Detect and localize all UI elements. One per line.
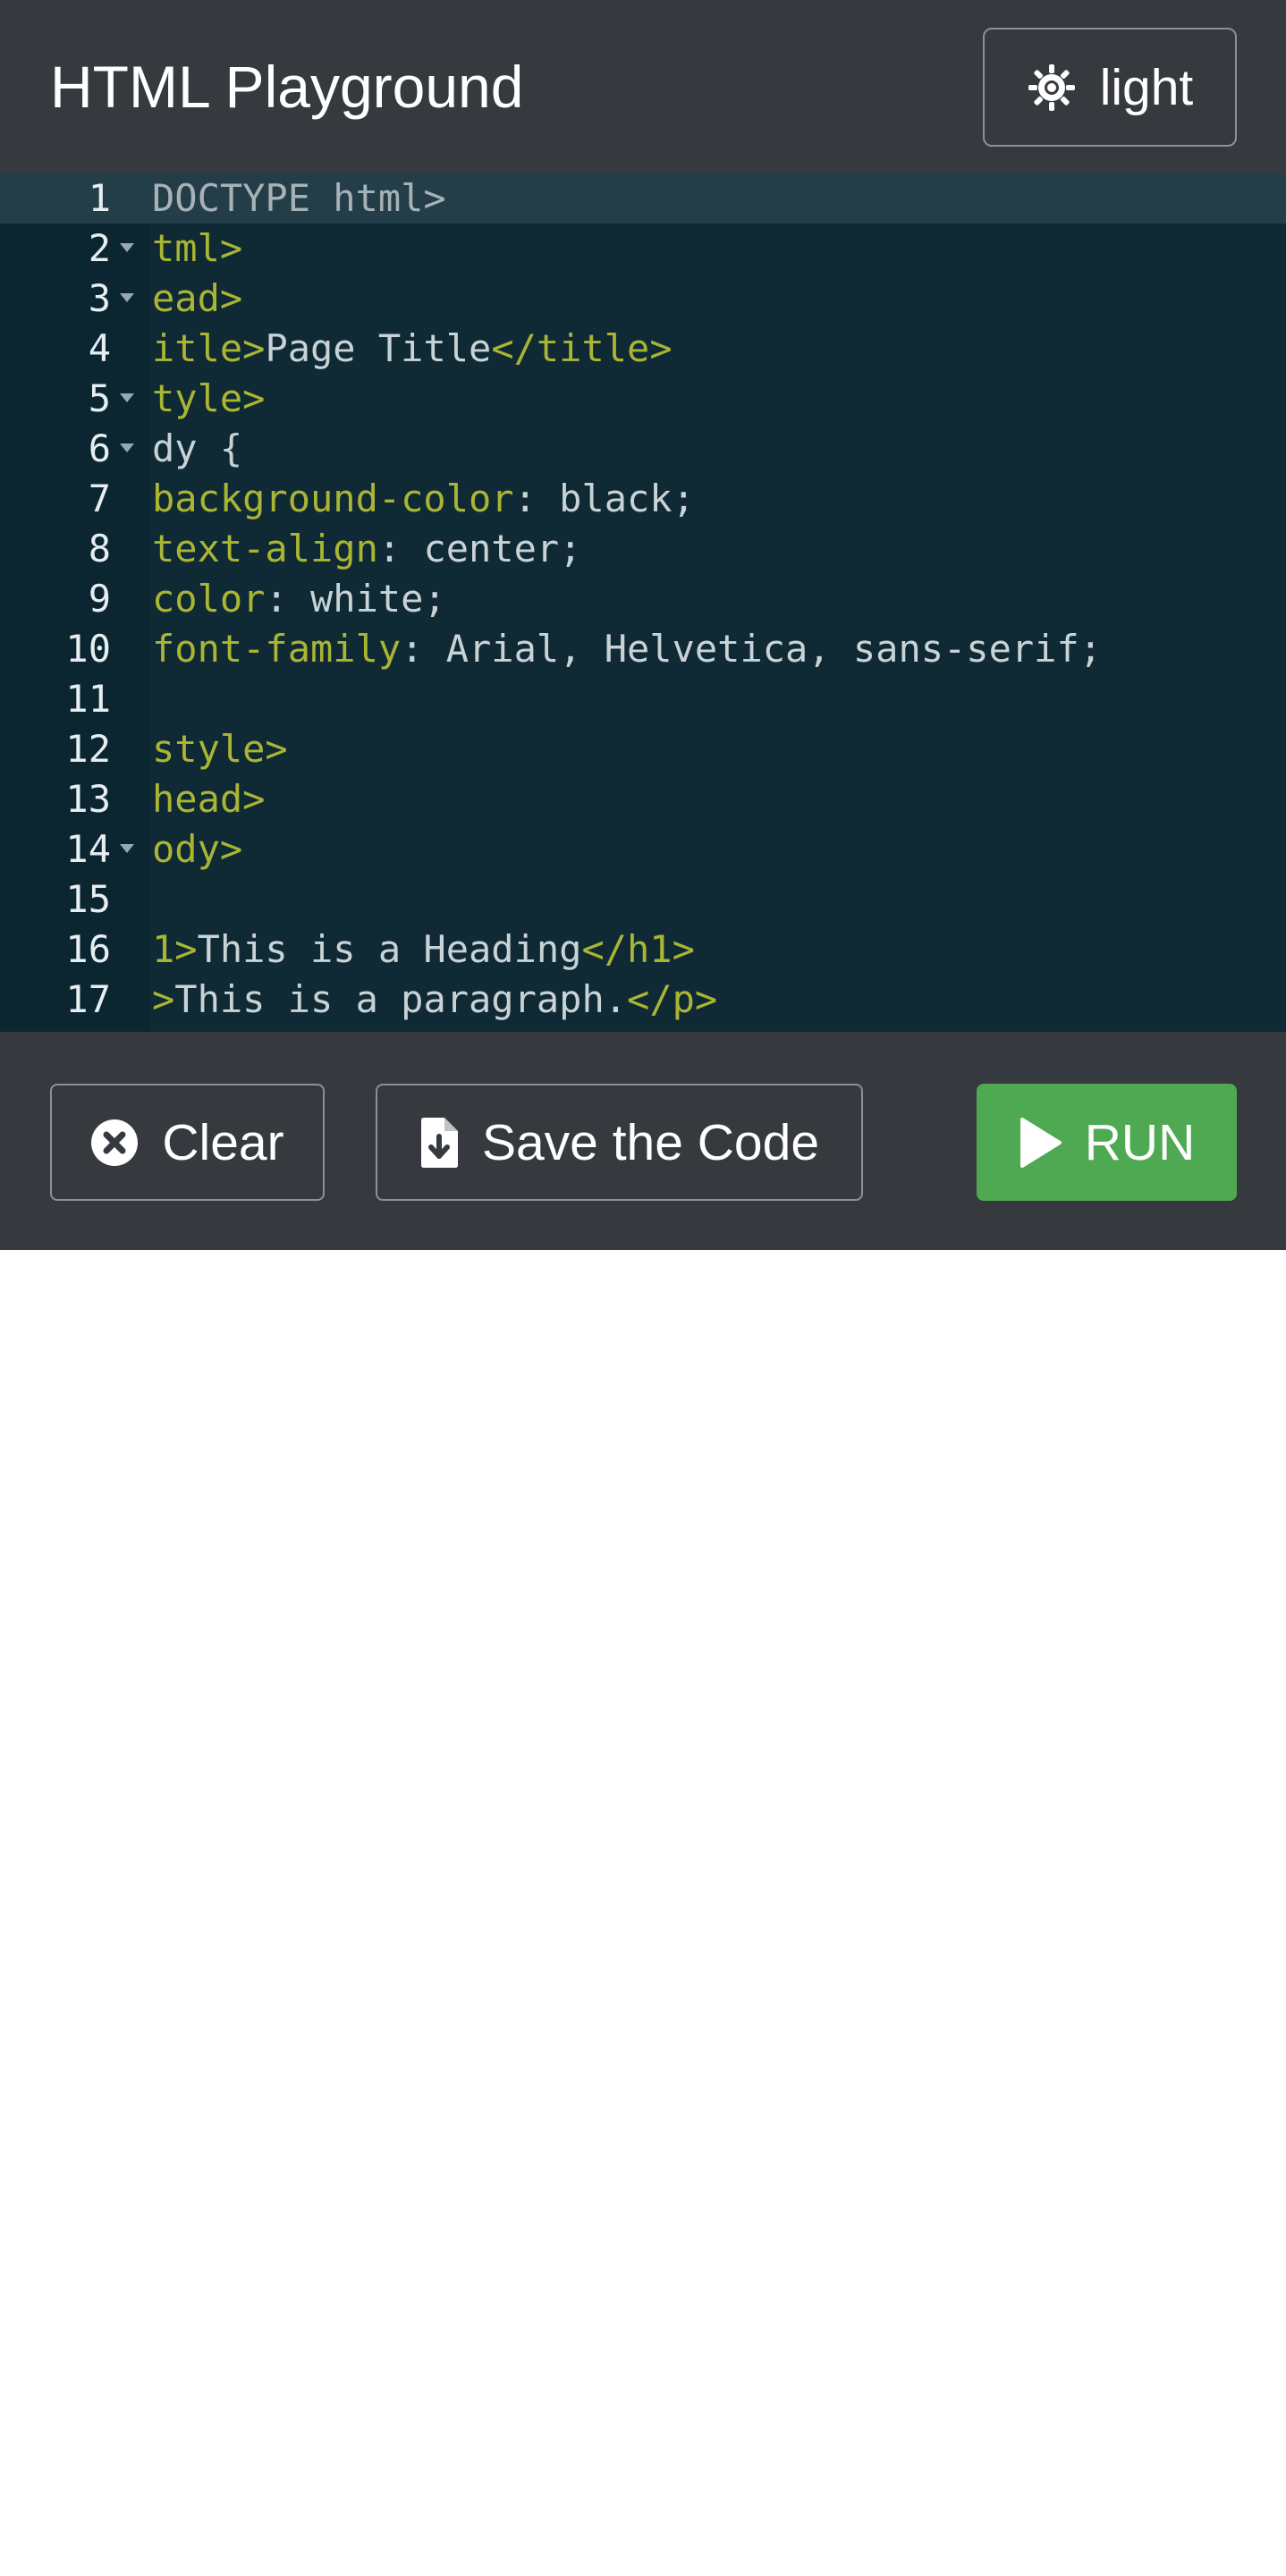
code-text: ody> (152, 824, 242, 874)
app-title: HTML Playground (50, 54, 524, 120)
fold-arrow-icon[interactable] (120, 243, 134, 252)
code-line[interactable]: 15 (0, 874, 1286, 925)
code-line[interactable]: 11 (0, 674, 1286, 724)
code-token: background-color (152, 477, 514, 520)
line-number: 3 (88, 276, 111, 320)
sun-icon (1027, 63, 1077, 113)
code-token: head> (152, 777, 266, 821)
code-text: color: white; (152, 574, 446, 624)
code-text: text-align: center; (152, 524, 581, 574)
code-line[interactable]: 4 itle>Page Title</title> (0, 324, 1286, 374)
code-token: DOCTYPE html> (152, 176, 446, 220)
save-code-button-label: Save the Code (481, 1113, 820, 1171)
clear-button-label: Clear (162, 1113, 284, 1171)
fold-arrow-icon[interactable] (120, 844, 134, 853)
code-line[interactable]: 14 ody> (0, 824, 1286, 874)
line-number: 5 (88, 376, 111, 420)
code-line[interactable]: 5 tyle> (0, 374, 1286, 424)
code-token: style> (152, 727, 288, 771)
fold-arrow-icon[interactable] (120, 293, 134, 302)
code-line[interactable]: 12 style> (0, 724, 1286, 774)
code-token: : white; (265, 577, 446, 621)
line-number: 9 (88, 577, 111, 621)
code-line[interactable]: 17 >This is a paragraph.</p> (0, 975, 1286, 1025)
line-number: 2 (88, 226, 111, 270)
code-token: </title> (491, 326, 673, 370)
file-download-icon (419, 1117, 459, 1169)
clear-button[interactable]: Clear (50, 1084, 325, 1201)
code-token: </p> (627, 977, 718, 1021)
line-number: 11 (65, 677, 111, 721)
code-token: tml> (152, 226, 243, 270)
code-text: >This is a paragraph.</p> (152, 975, 717, 1025)
code-line[interactable]: 3 ead> (0, 274, 1286, 324)
save-code-button[interactable]: Save the Code (376, 1084, 863, 1201)
line-number: 10 (65, 627, 111, 671)
code-token: ead> (152, 276, 243, 320)
code-token: font-family (152, 627, 402, 671)
code-line[interactable]: 6 dy { (0, 424, 1286, 474)
line-number: 4 (88, 326, 111, 370)
line-number: 17 (65, 977, 111, 1021)
code-token: tyle> (152, 376, 266, 420)
code-text: style> (152, 724, 288, 774)
code-text: tml> (152, 224, 242, 274)
code-editor[interactable]: 1 DOCTYPE html> 2 tml> 3 ead> 4 itle>Page Title… (0, 173, 1286, 1032)
code-line[interactable]: 10 font-family: Arial, Helvetica, sans-se… (0, 624, 1286, 674)
code-token: Page Title (265, 326, 492, 370)
code-token: text-align (152, 527, 378, 570)
code-line[interactable]: 7 background-color: black; (0, 474, 1286, 524)
line-number: 14 (65, 827, 111, 871)
line-number: 1 (88, 176, 111, 220)
theme-toggle-button[interactable]: light (983, 28, 1237, 147)
line-number: 12 (65, 727, 111, 771)
code-line[interactable]: 13 head> (0, 774, 1286, 824)
line-number: 15 (65, 877, 111, 921)
code-text: font-family: Arial, Helvetica, sans-seri… (152, 624, 1102, 674)
run-button[interactable]: RUN (977, 1084, 1237, 1201)
fold-arrow-icon[interactable] (120, 393, 134, 402)
code-text: background-color: black; (152, 474, 695, 524)
run-button-label: RUN (1084, 1113, 1196, 1171)
line-number: 13 (65, 777, 111, 821)
code-token: > (152, 977, 175, 1021)
code-token: This is a paragraph. (174, 977, 628, 1021)
code-token: </h1> (581, 927, 695, 971)
code-text: dy { (152, 424, 242, 474)
code-line[interactable]: 8 text-align: center; (0, 524, 1286, 574)
action-bar: Clear Save the Code RUN (0, 1032, 1286, 1250)
code-token: itle> (152, 326, 266, 370)
code-text: head> (152, 774, 265, 824)
line-number: 16 (65, 927, 111, 971)
code-token: : center; (377, 527, 582, 570)
line-number: 6 (88, 427, 111, 470)
code-token: ody> (152, 827, 243, 871)
code-line[interactable]: 16 1>This is a Heading</h1> (0, 925, 1286, 975)
code-text: DOCTYPE html> (152, 173, 446, 224)
code-token: : black; (513, 477, 695, 520)
close-circle-icon (90, 1119, 139, 1167)
output-preview (0, 1250, 1286, 2576)
code-text: itle>Page Title</title> (152, 324, 673, 374)
code-text: 1>This is a Heading</h1> (152, 925, 695, 975)
theme-toggle-label: light (1099, 58, 1194, 116)
code-token: 1> (152, 927, 198, 971)
code-line[interactable]: 1 DOCTYPE html> (0, 173, 1286, 224)
code-line[interactable]: 2 tml> (0, 224, 1286, 274)
code-line[interactable]: 9 color: white; (0, 574, 1286, 624)
code-text: ead> (152, 274, 242, 324)
code-token: color (152, 577, 266, 621)
code-text: tyle> (152, 374, 265, 424)
code-token: : Arial, Helvetica, sans-serif; (401, 627, 1103, 671)
line-number: 8 (88, 527, 111, 570)
app-header: HTML Playground light (0, 0, 1286, 173)
fold-arrow-icon[interactable] (120, 443, 134, 452)
code-token: dy { (152, 427, 243, 470)
code-token: This is a Heading (197, 927, 582, 971)
play-icon (1019, 1117, 1062, 1169)
line-number: 7 (88, 477, 111, 520)
